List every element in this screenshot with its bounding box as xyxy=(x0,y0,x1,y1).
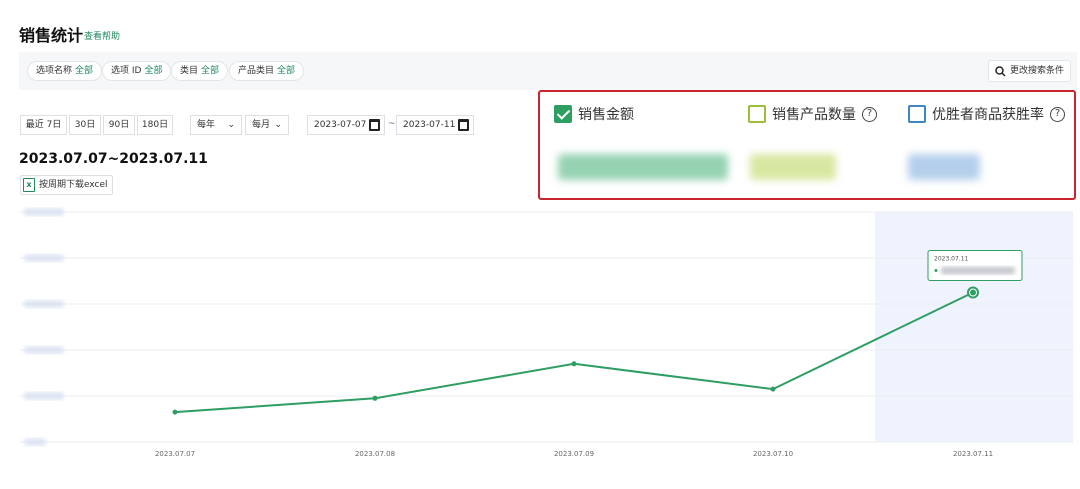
search-icon xyxy=(995,65,1006,77)
tooltip-value-blurred xyxy=(941,266,1015,275)
x-tick-label: 2023.07.07 xyxy=(155,450,195,458)
data-point xyxy=(372,395,378,401)
download-excel-button[interactable]: x 按周期下载excel xyxy=(20,175,113,195)
blurred-value xyxy=(750,154,836,180)
period-180days-button[interactable]: 180日 xyxy=(137,115,173,135)
page-title: 销售统计 xyxy=(19,26,84,45)
blurred-value xyxy=(558,154,728,180)
x-tick-label: 2023.07.10 xyxy=(753,450,793,458)
sales-line-chart: 2023.07.07 2023.07.08 2023.07.09 2023.07.10… xyxy=(20,208,1073,458)
tooltip-title: 2023.07.11 xyxy=(934,256,969,263)
metric-winner-rate[interactable]: 优胜者商品获胜率 ? xyxy=(908,104,1065,124)
year-select[interactable]: 每年 ⌄ xyxy=(190,115,242,135)
x-tick-label: 2023.07.09 xyxy=(554,450,594,458)
x-tick-label: 2023.07.08 xyxy=(355,450,395,458)
y-tick-label-blurred xyxy=(24,254,64,262)
y-tick-label-blurred xyxy=(24,300,64,308)
checkbox-checked-icon[interactable] xyxy=(554,105,572,123)
excel-icon: x xyxy=(23,178,35,192)
change-search-button[interactable]: 更改搜索条件 xyxy=(987,60,1071,82)
y-tick-label-blurred xyxy=(24,392,64,400)
filter-chip-category[interactable]: 类目 全部 xyxy=(171,61,229,81)
period-7days-button[interactable]: 最近 7日 xyxy=(20,115,67,135)
y-tick-label-blurred xyxy=(24,208,64,216)
filter-chip-product-category[interactable]: 产品类目 全部 xyxy=(229,61,305,81)
checkbox-icon[interactable] xyxy=(908,105,926,123)
data-point xyxy=(571,361,577,367)
period-30days-button[interactable]: 30日 xyxy=(69,115,101,135)
chevron-down-icon: ⌄ xyxy=(274,120,282,130)
chevron-down-icon: ⌄ xyxy=(227,120,235,130)
date-separator: ~ xyxy=(388,119,396,129)
metric-sales-quantity[interactable]: 销售产品数量 ? xyxy=(748,104,877,124)
series-line xyxy=(174,291,974,414)
end-date-input[interactable]: 2023-07-11 xyxy=(396,115,474,135)
help-icon[interactable]: ? xyxy=(862,106,877,122)
period-90days-button[interactable]: 90日 xyxy=(103,115,135,135)
start-date-input[interactable]: 2023-07-07 xyxy=(307,115,385,135)
y-tick-label-blurred xyxy=(24,438,46,446)
calendar-icon xyxy=(369,119,380,131)
filter-chip-option-name[interactable]: 选项名称 全部 xyxy=(27,61,103,81)
x-tick-label: 2023.07.11 xyxy=(953,450,993,458)
metrics-panel: 销售金额 销售产品数量 ? 优胜者商品获胜率 ? xyxy=(538,90,1076,200)
metric-sales-amount[interactable]: 销售金额 xyxy=(554,104,634,124)
blurred-value xyxy=(908,154,980,180)
calendar-icon xyxy=(458,119,469,131)
checkbox-icon[interactable] xyxy=(748,105,766,123)
highlight-band xyxy=(875,212,1073,442)
filter-chip-option-id[interactable]: 选项 ID 全部 xyxy=(102,61,172,81)
month-select[interactable]: 每月 ⌄ xyxy=(245,115,289,135)
help-link[interactable]: 查看帮助 xyxy=(84,29,120,42)
filter-bar: 选项名称 全部 选项 ID 全部 类目 全部 产品类目 全部 更改搜索条件 xyxy=(19,52,1077,90)
data-point xyxy=(970,289,976,296)
range-title: 2023.07.07~2023.07.11 xyxy=(19,151,208,167)
tooltip-dot xyxy=(934,269,938,272)
y-tick-label-blurred xyxy=(24,346,64,354)
data-point xyxy=(770,386,776,392)
help-icon[interactable]: ? xyxy=(1050,106,1065,122)
data-point xyxy=(172,409,178,415)
